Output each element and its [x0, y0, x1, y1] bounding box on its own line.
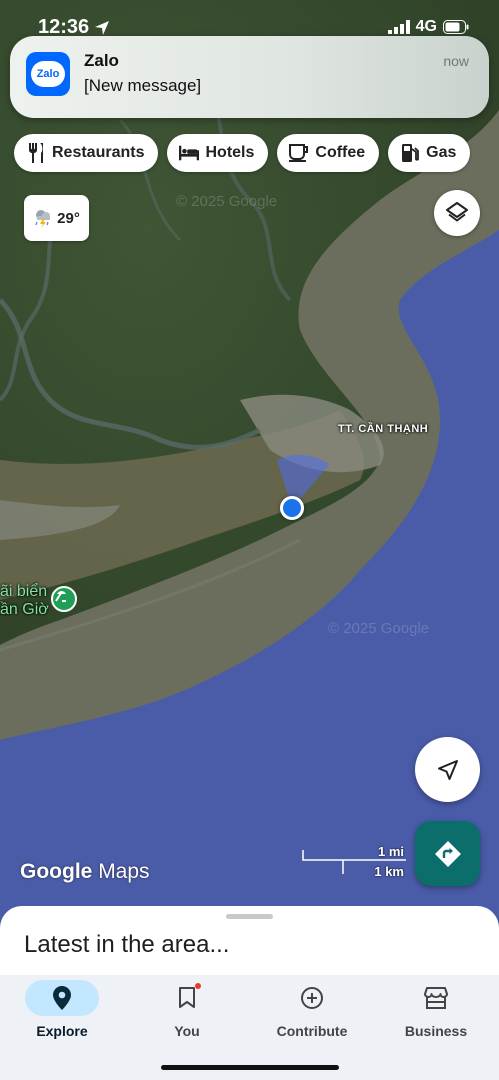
notification-time: now — [443, 53, 469, 69]
signal-icon — [387, 20, 410, 34]
nav-you[interactable]: You — [125, 975, 249, 1047]
chip-gas[interactable]: Gas — [388, 134, 471, 172]
directions-button[interactable] — [415, 821, 480, 886]
poi-label-line: ãi biển — [0, 583, 48, 600]
nav-label: You — [174, 1023, 200, 1039]
network-type: 4G — [415, 18, 437, 35]
scale-km: 1 km — [374, 864, 404, 879]
directions-icon — [434, 840, 461, 867]
chip-coffee[interactable]: Coffee — [277, 134, 380, 172]
battery-icon — [443, 20, 469, 34]
poi-label[interactable]: ãi biển ần Giờ — [0, 583, 49, 619]
scale-miles: 1 mi — [377, 844, 404, 859]
map-watermark: © 2025 Google — [176, 193, 278, 210]
beach-icon — [55, 591, 66, 602]
chip-hotels[interactable]: Hotels — [167, 134, 269, 172]
map-scale: 1 mi 1 km — [302, 842, 408, 882]
hotel-icon — [179, 143, 200, 163]
nav-label: Explore — [36, 1023, 88, 1039]
notification-dot — [195, 983, 201, 989]
nav-label: Contribute — [276, 1023, 348, 1039]
gas-icon — [400, 143, 420, 163]
sheet-title: Latest in the area... — [24, 931, 230, 958]
nav-business[interactable]: Business — [374, 975, 498, 1047]
restaurant-icon — [26, 143, 46, 163]
place-label[interactable]: TT. CẦN THẠNH — [338, 423, 428, 435]
maps-word: Maps — [98, 860, 150, 883]
notification-message: [New message] — [84, 76, 202, 95]
nav-icon-pill — [25, 980, 99, 1016]
home-indicator[interactable] — [161, 1065, 339, 1070]
google-word: Google — [20, 860, 93, 883]
category-chips: Restaurants Hotels Coffee Gas — [14, 134, 471, 172]
notification-banner[interactable]: Zalo Zalo [New message] now — [10, 36, 489, 118]
chip-label: Coffee — [315, 144, 366, 161]
nav-explore[interactable]: Explore — [0, 975, 124, 1047]
storefront-icon — [424, 987, 448, 1009]
coffee-icon — [289, 143, 309, 163]
weather-temperature: 29° — [57, 209, 80, 227]
chip-label: Hotels — [205, 144, 255, 161]
weather-badge[interactable]: 29° — [24, 195, 89, 241]
chip-restaurants[interactable]: Restaurants — [14, 134, 159, 172]
status-indicators: 4G — [387, 18, 469, 36]
google-maps-logo: Google Maps — [20, 860, 150, 884]
notification-app-name: Zalo — [84, 51, 119, 70]
location-arrow-icon — [95, 21, 109, 35]
nav-contribute[interactable]: Contribute — [250, 975, 374, 1047]
chip-label: Restaurants — [52, 144, 145, 161]
zalo-app-icon: Zalo — [26, 52, 70, 96]
nav-icon-pill — [399, 980, 473, 1016]
beach-poi-pin[interactable] — [51, 586, 77, 612]
bookmark-icon — [179, 987, 195, 1008]
zalo-logo-text: Zalo — [31, 61, 65, 87]
map-watermark: © 2025 Google — [328, 620, 430, 637]
nav-label: Business — [404, 1023, 468, 1039]
sheet-drag-handle[interactable] — [226, 914, 273, 919]
current-location-dot[interactable] — [280, 496, 304, 520]
recenter-button[interactable] — [415, 737, 480, 802]
poi-label-line: ần Giờ — [0, 601, 49, 618]
nav-icon-pill — [275, 980, 349, 1016]
layers-button[interactable] — [434, 190, 480, 236]
thunderstorm-icon — [35, 210, 51, 228]
location-pin-icon — [53, 986, 71, 1010]
nav-icon-pill — [150, 980, 224, 1016]
chip-label: Gas — [426, 144, 457, 161]
navigation-arrow-icon — [437, 759, 458, 780]
add-circle-icon — [301, 987, 323, 1009]
layers-icon — [446, 202, 468, 222]
